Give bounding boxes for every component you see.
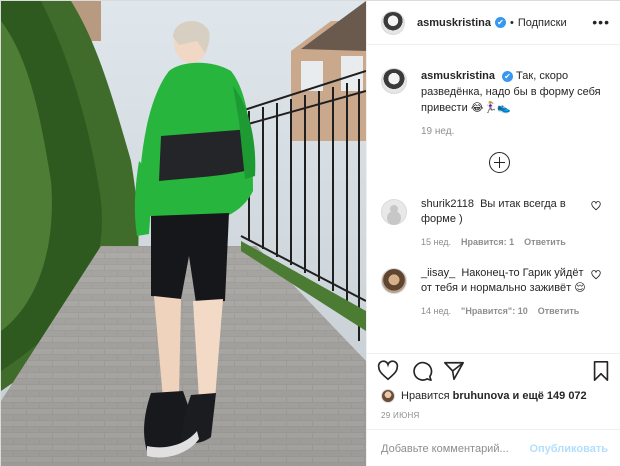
separator-dot: • <box>509 16 514 29</box>
share-icon[interactable] <box>443 360 465 382</box>
post-photo-illustration <box>1 1 366 466</box>
comment-likes[interactable]: Нравится: 1 <box>461 237 514 247</box>
commenter-avatar[interactable] <box>381 199 407 225</box>
following-button[interactable]: Подписки <box>518 17 567 29</box>
add-comment-bar: Опубликовать <box>367 429 620 466</box>
caption-author-avatar[interactable] <box>381 68 407 94</box>
heart-icon[interactable] <box>591 201 601 211</box>
caption-age[interactable]: 19 нед. <box>421 126 613 137</box>
post-caption: asmuskristina ✔ Так, скоро разведёнка, на… <box>381 68 613 137</box>
comment-username[interactable]: _iisay_ <box>421 267 455 279</box>
likes-summary: Нравится bruhunova и ещё 149 072 <box>381 387 617 405</box>
author-username[interactable]: asmuskristina <box>417 17 491 29</box>
likes-count[interactable]: и ещё 149 072 <box>513 390 587 402</box>
heart-icon[interactable] <box>591 270 601 280</box>
publish-button[interactable]: Опубликовать <box>529 443 608 455</box>
likes-prefix: Нравится <box>401 390 450 402</box>
verified-icon: ✔ <box>494 17 506 28</box>
comment-username[interactable]: shurik2118 <box>421 198 474 210</box>
comment-text-block: shurik2118 Вы итак всегда в форме ) <box>421 197 597 227</box>
author-avatar[interactable] <box>381 10 405 35</box>
plus-circle-icon[interactable] <box>489 152 510 173</box>
liker-avatar[interactable] <box>381 389 395 403</box>
post-actions-bar <box>367 353 620 387</box>
comment-text-block: _iisay_ Наконец-то Гарик уйдёт от тебя и… <box>421 266 597 296</box>
comment-meta: 15 нед. Нравится: 1 Ответить <box>421 237 613 247</box>
caption-text-block: asmuskristina ✔ Так, скоро разведёнка, на… <box>421 68 613 116</box>
comment-icon[interactable] <box>411 360 433 382</box>
comment-age[interactable]: 14 нед. <box>421 306 451 316</box>
verified-icon: ✔ <box>501 70 513 82</box>
reply-button[interactable]: Ответить <box>538 306 580 316</box>
post-date[interactable]: 29 ИЮНЯ <box>381 411 420 420</box>
reply-button[interactable]: Ответить <box>524 237 566 247</box>
more-icon[interactable]: ••• <box>592 15 610 29</box>
liker-username[interactable]: bruhunova <box>453 390 510 402</box>
comment-item: _iisay_ Наконец-то Гарик уйдёт от тебя и… <box>381 266 613 316</box>
comment-input[interactable] <box>381 442 530 455</box>
caption-author[interactable]: asmuskristina <box>421 70 495 82</box>
bookmark-icon[interactable] <box>590 360 612 382</box>
comment-meta: 14 нед. "Нравится": 10 Ответить <box>421 306 613 316</box>
comments-list[interactable]: asmuskristina ✔ Так, скоро разведёнка, на… <box>367 46 620 351</box>
post-side-panel: asmuskristina ✔ • Подписки ••• asmuskris… <box>366 1 620 466</box>
post-header: asmuskristina ✔ • Подписки ••• <box>367 1 620 45</box>
heart-icon[interactable] <box>377 360 399 382</box>
post-photo[interactable] <box>1 1 366 466</box>
commenter-avatar[interactable] <box>381 268 407 294</box>
comment-likes[interactable]: "Нравится": 10 <box>461 306 528 316</box>
comment-age[interactable]: 15 нед. <box>421 237 451 247</box>
instagram-post-view: asmuskristina ✔ • Подписки ••• asmuskris… <box>0 0 620 466</box>
comment-item: shurik2118 Вы итак всегда в форме ) 15 н… <box>381 197 613 247</box>
